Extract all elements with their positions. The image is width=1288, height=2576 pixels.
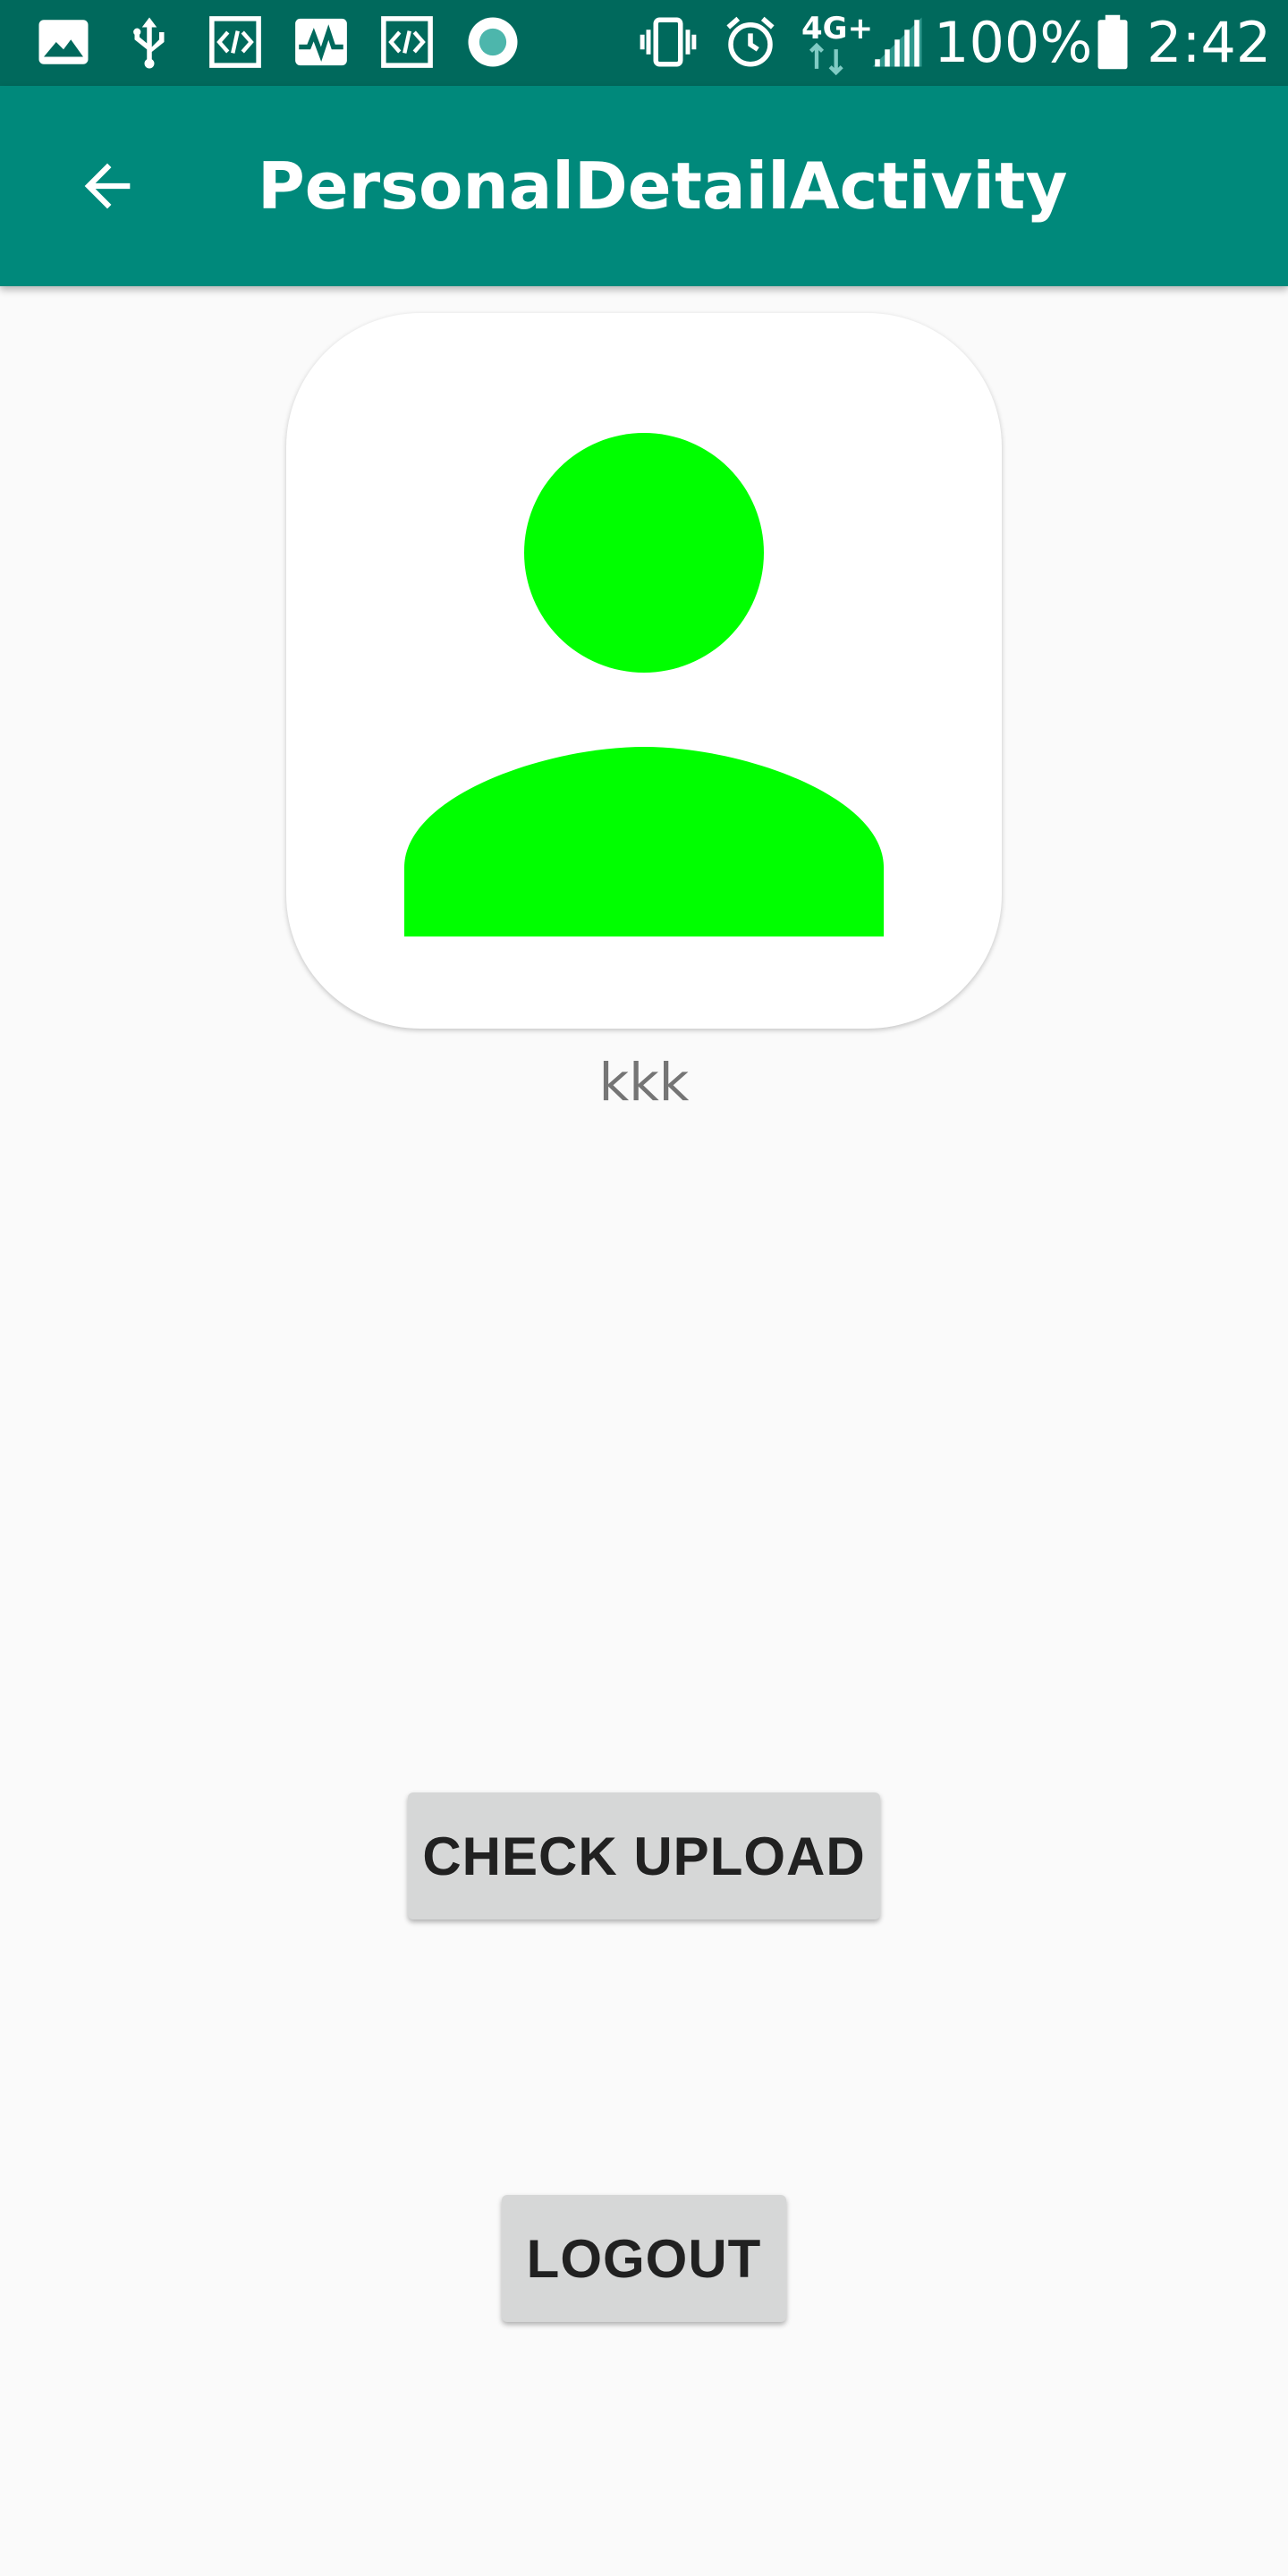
back-button[interactable] — [43, 122, 172, 250]
arrow-back-icon — [84, 163, 131, 209]
code-icon — [209, 16, 261, 68]
image-icon — [38, 20, 89, 64]
battery-icon — [1097, 14, 1128, 70]
code-icon — [381, 16, 433, 68]
logout-button[interactable]: LOGOUT — [502, 2195, 786, 2322]
main-content: kkk CHECK UPLOAD LOGOUT — [0, 286, 1288, 2576]
avatar[interactable] — [286, 313, 1002, 1029]
status-bar: 4G+ 100% 2:42 — [0, 0, 1288, 86]
person-icon — [404, 433, 884, 936]
battery-percent: 100% — [934, 10, 1093, 75]
activity-icon — [295, 18, 347, 66]
signal-icon — [872, 17, 922, 67]
username-label: kkk — [598, 1052, 690, 1113]
clock: 2:42 — [1147, 10, 1272, 75]
usb-icon — [133, 17, 165, 69]
alarm-icon — [726, 16, 775, 67]
app-bar: PersonalDetailActivity — [0, 86, 1288, 286]
network-4g-icon — [809, 42, 843, 76]
check-upload-button[interactable]: CHECK UPLOAD — [408, 1792, 880, 1919]
record-icon — [468, 17, 518, 67]
page-title: PersonalDetailActivity — [258, 148, 1068, 224]
vibrate-icon — [640, 17, 697, 67]
